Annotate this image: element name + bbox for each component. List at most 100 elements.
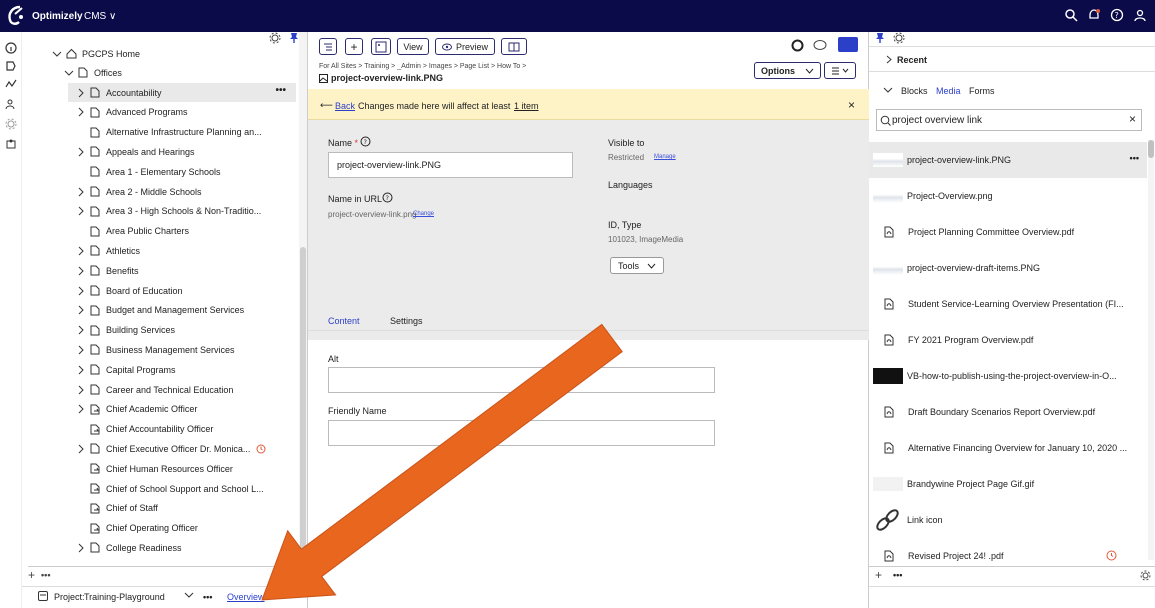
help-icon[interactable]: ?: [382, 192, 393, 203]
activity-icon[interactable]: [5, 78, 17, 90]
change-url-link[interactable]: Change: [413, 211, 434, 217]
tree-item[interactable]: Chief of School Support and School L...: [76, 479, 264, 498]
chevron-down-icon[interactable]: [64, 68, 74, 78]
tree-item[interactable]: Business Management Services: [76, 340, 235, 359]
chevron-right-icon[interactable]: [76, 385, 86, 395]
chevron-right-icon[interactable]: [76, 286, 86, 296]
media-item[interactable]: project-overview-link.PNG •••: [869, 142, 1147, 178]
friendly-name-input[interactable]: [328, 420, 715, 446]
tree-item[interactable]: Budget and Management Services: [76, 301, 244, 320]
media-item[interactable]: Link icon: [869, 502, 1147, 538]
affected-items-link[interactable]: 1 item: [514, 101, 539, 111]
chevron-right-icon[interactable]: [76, 266, 86, 276]
toggle-tree-button[interactable]: [319, 38, 337, 55]
more-options-icon[interactable]: •••: [1130, 153, 1139, 163]
tab-forms[interactable]: Forms: [969, 86, 995, 96]
settings-icon[interactable]: [1140, 570, 1151, 581]
recent-section-header[interactable]: Recent: [869, 46, 1155, 72]
info-icon[interactable]: [5, 42, 17, 54]
tree-settings-icon[interactable]: [269, 32, 281, 44]
tree-item[interactable]: Chief Accountability Officer: [76, 420, 213, 439]
assets-pane-toggle-icon[interactable]: [838, 37, 858, 52]
pin-icon[interactable]: [875, 32, 885, 44]
tree-item[interactable]: Area Public Charters: [76, 222, 189, 241]
tree-item[interactable]: College Readiness: [76, 538, 182, 557]
tab-settings[interactable]: Settings: [390, 316, 423, 326]
more-options-icon[interactable]: •••: [275, 85, 286, 96]
tree-item[interactable]: Chief of Staff: [76, 499, 158, 518]
overview-link[interactable]: Overview: [227, 592, 265, 602]
tree-item[interactable]: Athletics: [76, 241, 140, 260]
help-icon[interactable]: ?: [360, 136, 371, 147]
tree-item[interactable]: Area 1 - Elementary Schools: [76, 162, 221, 181]
options-dropdown[interactable]: Options: [754, 62, 821, 79]
comment-icon[interactable]: [813, 39, 827, 52]
chevron-right-icon[interactable]: [76, 246, 86, 256]
users-icon[interactable]: [5, 98, 17, 110]
close-icon[interactable]: ×: [848, 98, 855, 112]
compare-button[interactable]: [501, 38, 527, 55]
tree-item[interactable]: Capital Programs: [76, 360, 176, 379]
tools-dropdown[interactable]: Tools: [610, 257, 664, 274]
back-link[interactable]: Back: [335, 101, 355, 111]
pin-icon[interactable]: [289, 32, 299, 44]
alt-input[interactable]: [328, 367, 715, 393]
tree-item[interactable]: Alternative Infrastructure Planning an..…: [76, 123, 262, 142]
notifications-icon[interactable]: [1087, 8, 1101, 22]
chevron-right-icon[interactable]: [76, 187, 86, 197]
media-item[interactable]: VB-how-to-publish-using-the-project-over…: [869, 358, 1147, 394]
more-options-icon[interactable]: •••: [893, 570, 902, 580]
media-item[interactable]: Brandywine Project Page Gif.gif: [869, 466, 1147, 502]
chevron-right-icon[interactable]: [76, 543, 86, 553]
product-switcher[interactable]: CMS ∨: [84, 11, 116, 22]
media-item[interactable]: Draft Boundary Scenarios Report Overview…: [869, 394, 1147, 430]
chevron-right-icon[interactable]: [76, 88, 86, 98]
tree-item[interactable]: Area 2 - Middle Schools: [76, 182, 202, 201]
project-select[interactable]: Training-Playground: [84, 592, 165, 602]
chevron-right-icon[interactable]: [76, 206, 86, 216]
tree-item[interactable]: Chief Operating Officer: [76, 519, 198, 538]
status-icon[interactable]: [791, 39, 804, 52]
tree-root-item[interactable]: PGCPS Home: [52, 44, 140, 63]
media-item[interactable]: Project Planning Committee Overview.pdf: [869, 214, 1147, 250]
list-options-dropdown[interactable]: [824, 62, 856, 79]
pages-icon[interactable]: [5, 60, 17, 72]
project-more-button[interactable]: •••: [203, 592, 212, 602]
tree-item[interactable]: Chief Academic Officer: [76, 400, 197, 419]
tab-media[interactable]: Media: [936, 86, 961, 96]
media-search-box[interactable]: project overview link ×: [876, 109, 1142, 131]
tree-item[interactable]: Appeals and Hearings: [76, 142, 195, 161]
name-input[interactable]: project-overview-link.PNG: [328, 152, 573, 178]
chevron-right-icon[interactable]: [76, 107, 86, 117]
chevron-down-icon[interactable]: [184, 590, 194, 600]
chevron-right-icon[interactable]: [76, 365, 86, 375]
optimizely-logo-icon[interactable]: [6, 5, 26, 27]
tree-item[interactable]: Chief Human Resources Officer: [76, 459, 233, 478]
tree-item[interactable]: Board of Education: [76, 281, 183, 300]
media-item[interactable]: FY 2021 Program Overview.pdf: [869, 322, 1147, 358]
tree-item[interactable]: Advanced Programs: [76, 103, 188, 122]
chevron-right-icon[interactable]: [76, 444, 86, 454]
media-scrollbar[interactable]: [1148, 140, 1154, 560]
chevron-right-icon[interactable]: [76, 305, 86, 315]
chevron-right-icon[interactable]: [76, 345, 86, 355]
chevron-right-icon[interactable]: [76, 325, 86, 335]
view-button[interactable]: View: [397, 38, 429, 55]
panel-settings-icon[interactable]: [893, 32, 905, 44]
tree-item[interactable]: Building Services: [76, 321, 175, 340]
tab-content[interactable]: Content: [328, 316, 360, 326]
chevron-right-icon[interactable]: [76, 404, 86, 414]
manage-link[interactable]: Manage: [654, 154, 676, 160]
tree-item[interactable]: Area 3 - High Schools & Non-Traditio...: [76, 202, 261, 221]
media-upload-button[interactable]: [371, 38, 391, 55]
tree-item[interactable]: Benefits: [76, 261, 139, 280]
chevron-right-icon[interactable]: [76, 147, 86, 157]
tab-blocks[interactable]: Blocks: [901, 86, 928, 96]
search-input[interactable]: project overview link: [892, 115, 982, 126]
help-icon[interactable]: ?: [1110, 8, 1124, 22]
add-button[interactable]: +: [345, 38, 363, 55]
clear-search-icon[interactable]: ×: [1129, 112, 1136, 126]
addons-icon[interactable]: [5, 138, 17, 150]
add-icon[interactable]: +: [875, 568, 882, 582]
breadcrumb[interactable]: For All Sites > Training > _Admin > Imag…: [319, 63, 526, 70]
